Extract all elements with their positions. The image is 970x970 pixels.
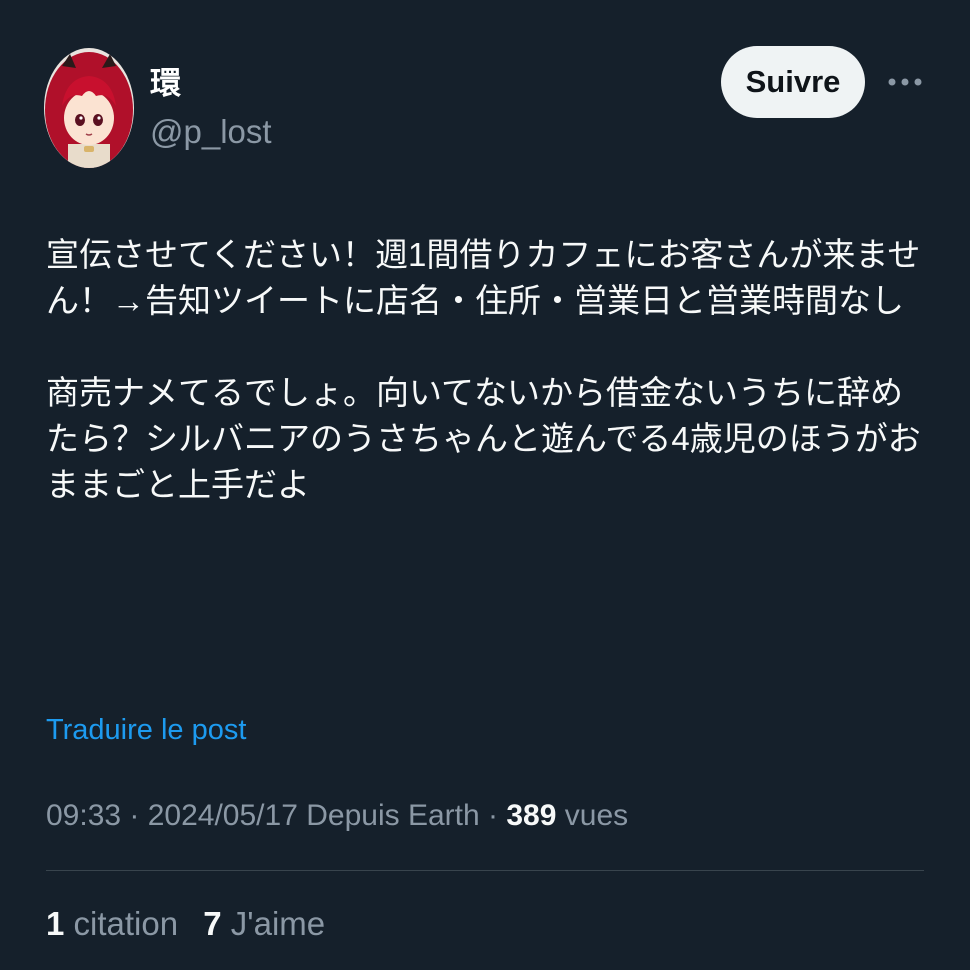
divider — [46, 870, 924, 871]
quotes-label: citation — [73, 905, 179, 942]
quotes-stat[interactable]: 1 citation — [46, 905, 178, 942]
tweet-paragraph: 商売ナメてるでしょ。向いてないから借金ないうちに辞めたら？シルバニアのうさちゃん… — [46, 374, 921, 503]
follow-button[interactable]: Suivre — [721, 46, 865, 118]
more-options-button[interactable] — [884, 64, 926, 100]
tweet-paragraph: 宣伝させてください！週1間借りカフェにお客さんが来ません！→告知ツイートに店名・… — [46, 236, 921, 319]
views-count: 389 — [506, 799, 557, 832]
meta-separator: · — [488, 799, 499, 832]
engagement-stats: 1 citation 7 J'aime — [46, 903, 325, 945]
avatar[interactable] — [44, 48, 134, 168]
author-handle[interactable]: @p_lost — [150, 112, 272, 152]
more-horizontal-icon — [888, 78, 922, 86]
tweet-meta: 09:33 · 2024/05/17 Depuis Earth · 389 vu… — [46, 796, 628, 836]
avatar-illustration — [44, 48, 134, 168]
translate-post-link[interactable]: Traduire le post — [46, 710, 246, 750]
author-display-name[interactable]: 環 — [150, 64, 181, 104]
likes-stat[interactable]: 7 J'aime — [203, 905, 325, 942]
views-label: vues — [564, 799, 629, 832]
likes-label: J'aime — [230, 905, 326, 942]
likes-count: 7 — [203, 905, 222, 942]
timestamp[interactable]: 09:33 · 2024/05/17 — [46, 799, 298, 832]
source-label: Depuis Earth — [306, 799, 480, 832]
quotes-count: 1 — [46, 905, 65, 942]
tweet-text: 宣伝させてください！週1間借りカフェにお客さんが来ません！→告知ツイートに店名・… — [46, 232, 926, 508]
